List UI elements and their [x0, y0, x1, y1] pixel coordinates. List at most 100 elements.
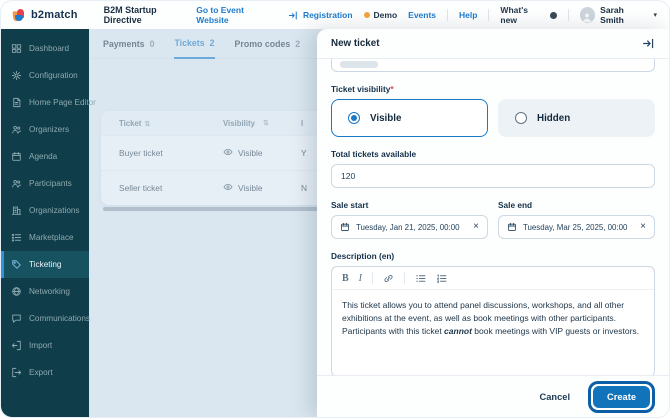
gear-icon	[11, 70, 22, 81]
tab-count: 2	[209, 37, 215, 48]
demo-dot-icon	[363, 12, 370, 18]
column-label: Visibility	[223, 118, 255, 128]
table-header-row: Ticket ⇅ Visibility ⇅ I	[101, 111, 349, 135]
user-name: Sarah Smith	[600, 5, 624, 25]
tab-tickets[interactable]: Tickets 2	[174, 29, 215, 59]
new-ticket-drawer: New ticket Ticket visibility* Visible Hi…	[317, 29, 669, 417]
eye-icon	[223, 147, 233, 159]
editor-toolbar: B I	[332, 267, 654, 290]
total-tickets-input[interactable]	[331, 164, 655, 188]
sidebar-item-configuration[interactable]: Configuration	[1, 62, 89, 89]
drawer-title: New ticket	[331, 38, 380, 49]
whats-new-link[interactable]: What's new	[500, 5, 557, 25]
tab-label: Payments	[103, 38, 145, 49]
tab-label: Tickets	[174, 37, 205, 48]
sidebar-item-label: Agenda	[29, 152, 58, 161]
ordered-list-icon[interactable]	[436, 273, 447, 284]
b2match-logo[interactable]: b2match	[12, 8, 78, 22]
drawer-body: Ticket visibility* Visible Hidden Total …	[317, 59, 669, 375]
topbar: b2match B2M Startup Directive Go to Even…	[1, 1, 669, 29]
radio-unselected-icon	[515, 112, 527, 124]
cancel-button[interactable]: Cancel	[540, 392, 571, 402]
field-content-placeholder	[340, 61, 378, 68]
table-row[interactable]: Buyer ticket Visible Y	[101, 135, 349, 170]
tab-count: 0	[149, 38, 155, 49]
collapse-drawer-icon[interactable]	[642, 37, 655, 50]
description-emphasis: cannot	[444, 326, 472, 337]
registration-label: Registration	[302, 10, 353, 20]
sidebar-item-import[interactable]: Import	[1, 332, 89, 359]
toolbar-divider	[372, 272, 374, 284]
sidebar-item-ticketing[interactable]: Ticketing	[1, 251, 89, 278]
help-link[interactable]: Help	[459, 10, 477, 20]
topbar-divider	[567, 9, 569, 21]
sidebar-item-dashboard[interactable]: Dashboard	[1, 35, 89, 62]
sidebar-item-agenda[interactable]: Agenda	[1, 143, 89, 170]
building-icon	[11, 205, 22, 216]
visibility-cell: Visible	[223, 182, 301, 194]
sidebar-item-organizations[interactable]: Organizations	[1, 197, 89, 224]
horizontal-scrollbar[interactable]	[103, 207, 335, 211]
tab-payments[interactable]: Payments 0	[103, 29, 154, 59]
create-button[interactable]: Create	[593, 385, 650, 408]
ticket-icon	[11, 259, 22, 270]
italic-icon[interactable]: I	[359, 273, 362, 284]
clear-icon[interactable]: ×	[640, 222, 646, 232]
radio-selected-icon	[348, 112, 360, 124]
registration-link[interactable]: Registration	[288, 10, 353, 21]
demo-badge: Demo	[363, 10, 397, 20]
visible-option[interactable]: Visible	[331, 99, 488, 137]
topbar-divider	[488, 9, 490, 21]
ticket-name-cell: Buyer ticket	[119, 148, 163, 158]
eye-icon	[223, 182, 233, 194]
user-menu[interactable]: Sarah Smith ▾	[579, 5, 657, 25]
total-tickets-label: Total tickets available	[331, 149, 417, 159]
tickets-table: Ticket ⇅ Visibility ⇅ I Buyer ticket Visib…	[101, 111, 349, 205]
toolbar-divider	[404, 272, 406, 284]
go-to-event-website-link[interactable]: Go to Event Website	[196, 5, 277, 25]
bullet-list-icon[interactable]	[415, 273, 426, 284]
column-header-ticket[interactable]: Ticket ⇅	[101, 119, 223, 128]
visible-option-label: Visible	[370, 112, 402, 124]
sale-start-label: Sale start	[331, 200, 369, 210]
sidebar-item-label: Marketplace	[29, 233, 74, 242]
sidebar-item-organizers[interactable]: Organizers	[1, 116, 89, 143]
events-link[interactable]: Events	[408, 10, 436, 20]
required-asterisk: *	[390, 84, 394, 94]
table-row[interactable]: Seller ticket Visible N	[101, 170, 349, 205]
bold-icon[interactable]: B	[342, 273, 349, 284]
calendar-icon	[341, 222, 349, 231]
sidebar: Dashboard Configuration Home Page Editor…	[1, 29, 96, 417]
people-icon	[11, 124, 22, 135]
page-icon	[11, 97, 22, 108]
description-editor: B I This ticket allows you to attend pan…	[331, 266, 655, 375]
hidden-option[interactable]: Hidden	[498, 99, 655, 137]
sale-end-field[interactable]: Tuesday, Mar 25, 2025, 00:00 ×	[498, 215, 655, 239]
sale-start-value: Tuesday, Jan 21, 2025, 00:00	[356, 222, 460, 232]
tab-promo-codes[interactable]: Promo codes 2	[235, 29, 301, 59]
sidebar-item-participants[interactable]: Participants	[1, 170, 89, 197]
sidebar-item-communications[interactable]: Communications	[1, 305, 90, 332]
sort-icon: ⇅	[262, 120, 269, 127]
sidebar-item-label: Ticketing	[29, 260, 62, 269]
whats-new-label: What's new	[500, 5, 528, 25]
clear-icon[interactable]: ×	[473, 222, 479, 232]
sidebar-item-label: Import	[29, 341, 53, 350]
column-header-visibility[interactable]: Visibility ⇅	[223, 119, 301, 128]
description-textarea[interactable]: This ticket allows you to attend panel d…	[332, 290, 654, 375]
ticket-name-field-clipped[interactable]	[331, 59, 655, 72]
event-name: B2M Startup Directive	[103, 5, 157, 25]
sidebar-item-marketplace[interactable]: Marketplace	[1, 224, 89, 251]
visibility-options: Visible Hidden	[331, 99, 655, 137]
visibility-value: Visible	[238, 148, 263, 158]
column-label: I	[301, 118, 304, 128]
whats-new-icon	[549, 11, 557, 19]
sidebar-item-label: Communications	[29, 314, 90, 323]
sale-start-field[interactable]: Tuesday, Jan 21, 2025, 00:00 ×	[331, 215, 488, 239]
sidebar-item-export[interactable]: Export	[1, 359, 89, 386]
sidebar-item-networking[interactable]: Networking	[1, 278, 89, 305]
sidebar-item-label: Organizations	[29, 206, 80, 215]
column-label: Ticket	[119, 118, 142, 128]
sidebar-item-home-page-editor[interactable]: Home Page Editor	[1, 89, 96, 116]
link-icon[interactable]	[383, 273, 394, 284]
